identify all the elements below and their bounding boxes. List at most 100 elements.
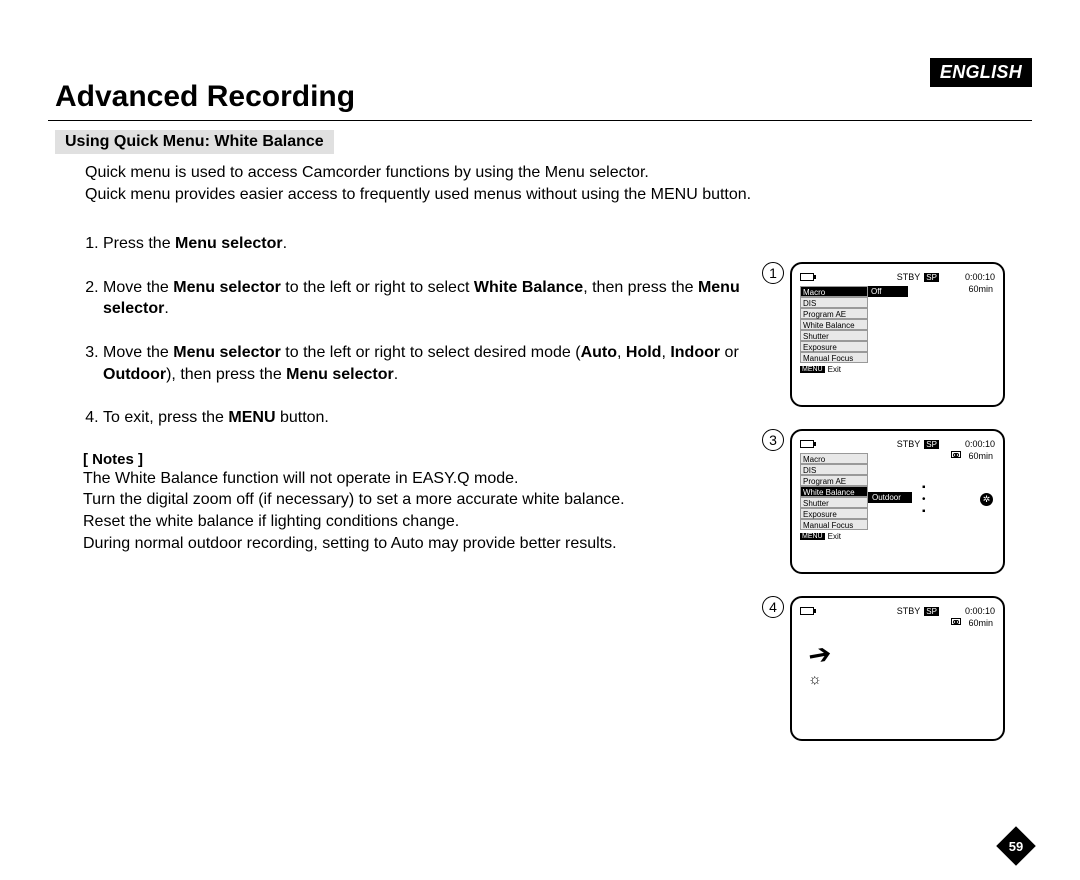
- text: .: [283, 235, 287, 252]
- nav-down-icon: ▪: [922, 509, 926, 515]
- nav-up-icon: ▪: [922, 485, 926, 491]
- menu-item-exposure: Exposure: [800, 341, 868, 352]
- language-badge: ENGLISH: [930, 58, 1032, 87]
- tape-icon: [951, 618, 961, 625]
- timecode: 0:00:10: [965, 272, 995, 282]
- step-4: To exit, press the MENU button.: [103, 407, 775, 429]
- timecode: 0:00:10: [965, 606, 995, 616]
- mode-auto: Auto: [581, 344, 617, 361]
- text: , then press the: [583, 279, 698, 296]
- screen-3-block: 3 STBY SP 0:00:10 60min Macro DIS Progra…: [790, 429, 1030, 574]
- battery-icon: [800, 440, 814, 448]
- text: or: [720, 344, 739, 361]
- stby-label: STBY: [897, 606, 921, 616]
- menu-item-macro: Macro: [800, 453, 868, 464]
- step-3: Move the Menu selector to the left or ri…: [103, 342, 775, 385]
- page-title: Advanced Recording: [55, 80, 355, 114]
- menu-value-off: Off: [868, 286, 908, 297]
- menu-item-manual-focus: Manual Focus: [800, 519, 868, 530]
- menu-item-exposure: Exposure: [800, 508, 868, 519]
- timecode: 0:00:10: [965, 439, 995, 449]
- wb-value-outdoor: Outdoor: [868, 492, 912, 503]
- menu-selector-term: Menu selector: [175, 235, 283, 252]
- menu-item-dis: DIS: [800, 464, 868, 475]
- mode-outdoor: Outdoor: [103, 366, 166, 383]
- menu-item-macro: Macro: [800, 286, 868, 297]
- menu-item-shutter: Shutter: [800, 497, 868, 508]
- text: .: [164, 300, 168, 317]
- sp-badge: SP: [924, 440, 939, 449]
- menu-badge-icon: MENU: [800, 533, 825, 540]
- sp-badge: SP: [924, 607, 939, 616]
- outdoor-sun-icon: ✲: [980, 493, 993, 506]
- text: to the left or right to select desired m…: [281, 344, 581, 361]
- text: Move the: [103, 344, 173, 361]
- menu-item-dis: DIS: [800, 297, 868, 308]
- menu-item-program-ae: Program AE: [800, 475, 868, 486]
- exit-label: Exit: [828, 365, 841, 374]
- lcd-screen-3: STBY SP 0:00:10 60min Macro DIS Program …: [790, 429, 1005, 574]
- menu-item-white-balance: White Balance: [800, 486, 868, 497]
- remaining-time: 60min: [968, 284, 993, 294]
- nav-mid-icon: •: [922, 497, 926, 503]
- intro-line-2: Quick menu provides easier access to fre…: [85, 186, 751, 203]
- tape-icon: [951, 451, 961, 458]
- text: ,: [617, 344, 626, 361]
- note-2: Turn the digital zoom off (if necessary)…: [83, 489, 773, 511]
- text: Press the: [103, 235, 175, 252]
- intro-line-1: Quick menu is used to access Camcorder f…: [85, 164, 649, 181]
- menu-item-manual-focus: Manual Focus: [800, 352, 868, 363]
- text: to the left or right to select: [281, 279, 474, 296]
- marker-3: 3: [762, 429, 784, 451]
- text: Move the: [103, 279, 173, 296]
- battery-icon: [800, 273, 814, 281]
- note-4: During normal outdoor recording, setting…: [83, 533, 773, 555]
- menu-selector-term: Menu selector: [173, 279, 281, 296]
- battery-icon: [800, 607, 814, 615]
- pointer-arrow-icon: ➔: [805, 636, 834, 673]
- page-number: 59: [1002, 832, 1030, 860]
- exit-row: MENU Exit: [800, 365, 995, 374]
- steps-list: Press the Menu selector. Move the Menu s…: [85, 233, 775, 429]
- text: .: [394, 366, 398, 383]
- menu-item-shutter: Shutter: [800, 330, 868, 341]
- mode-indoor: Indoor: [670, 344, 720, 361]
- marker-1: 1: [762, 262, 784, 284]
- intro-text: Quick menu is used to access Camcorder f…: [85, 162, 1030, 205]
- stby-label: STBY: [897, 272, 921, 282]
- text: button.: [276, 409, 329, 426]
- text: ,: [661, 344, 670, 361]
- note-1: The White Balance function will not oper…: [83, 468, 773, 490]
- lcd-status-bar: STBY SP 0:00:10: [800, 271, 995, 283]
- sp-badge: SP: [924, 273, 939, 282]
- text: To exit, press the: [103, 409, 228, 426]
- page-number-badge: 59: [1002, 832, 1032, 862]
- section-heading: Using Quick Menu: White Balance: [55, 130, 334, 154]
- stby-label: STBY: [897, 439, 921, 449]
- menu-selector-term: Menu selector: [286, 366, 394, 383]
- menu-item-program-ae: Program AE: [800, 308, 868, 319]
- outdoor-sun-icon: ☼: [808, 671, 822, 688]
- remaining-time: 60min: [968, 618, 993, 628]
- exit-row: MENU Exit: [800, 532, 995, 541]
- menu-button-term: MENU: [228, 409, 275, 426]
- menu-selector-term: Menu selector: [173, 344, 281, 361]
- content-area: Using Quick Menu: White Balance Quick me…: [55, 130, 1030, 554]
- notes-body: The White Balance function will not oper…: [83, 468, 773, 554]
- note-3: Reset the white balance if lighting cond…: [83, 511, 773, 533]
- marker-4: 4: [762, 596, 784, 618]
- exit-label: Exit: [828, 532, 841, 541]
- step-1: Press the Menu selector.: [103, 233, 775, 255]
- lcd-screen-1: STBY SP 0:00:10 60min MacroOff DIS Progr…: [790, 262, 1005, 407]
- screen-1-block: 1 STBY SP 0:00:10 60min MacroOff DIS Pro…: [790, 262, 1030, 407]
- quick-menu-list: MacroOff DIS Program AE White Balance Sh…: [800, 286, 908, 363]
- white-balance-term: White Balance: [474, 279, 583, 296]
- lcd-status-bar: STBY SP 0:00:10: [800, 605, 995, 617]
- screen-4-block: 4 STBY SP 0:00:10 60min ➔ ☼: [790, 596, 1030, 741]
- lcd-screens: 1 STBY SP 0:00:10 60min MacroOff DIS Pro…: [790, 262, 1030, 763]
- lcd4-icons: ➔ ☼: [808, 638, 831, 688]
- menu-item-white-balance: White Balance: [800, 319, 868, 330]
- menu-badge-icon: MENU: [800, 366, 825, 373]
- mode-hold: Hold: [626, 344, 662, 361]
- lcd-screen-4: STBY SP 0:00:10 60min ➔ ☼: [790, 596, 1005, 741]
